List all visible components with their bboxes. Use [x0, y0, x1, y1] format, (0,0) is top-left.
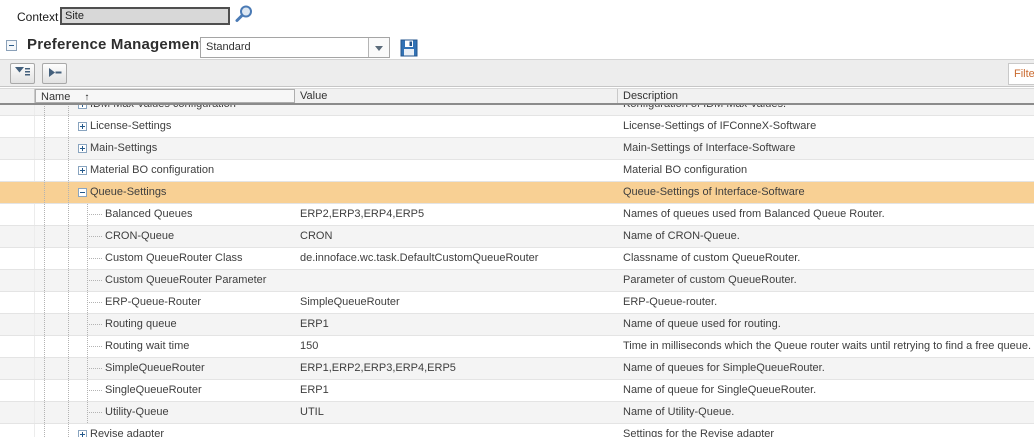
collapse-icon[interactable]: [78, 188, 87, 197]
preset-dropdown[interactable]: Standard: [200, 37, 390, 58]
row-value: 150: [295, 336, 618, 357]
column-header-name-label: Name: [41, 91, 70, 103]
filter-icon: [15, 66, 30, 81]
row-description: Name of queue for SingleQueueRouter.: [618, 380, 1034, 401]
dropdown-arrow-button[interactable]: [368, 38, 389, 57]
column-header-name[interactable]: Name ↑: [35, 89, 295, 103]
row-description: Time in milliseconds which the Queue rou…: [618, 336, 1034, 357]
save-button[interactable]: [399, 39, 418, 58]
sort-ascending-icon: ↑: [84, 92, 89, 103]
row-value: [295, 116, 618, 137]
row-name: ERP-Queue-Router: [105, 292, 201, 313]
row-name: Custom QueueRouter Class: [105, 248, 243, 269]
row-description: License-Settings of IFConneX-Software: [618, 116, 1034, 137]
row-name: Material BO configuration: [90, 160, 214, 181]
row-value: UTIL: [295, 402, 618, 423]
row-value: SimpleQueueRouter: [295, 292, 618, 313]
row-name: Revise adapter: [90, 424, 164, 437]
row-description: Names of queues used from Balanced Queue…: [618, 204, 1034, 225]
filter-edge-button[interactable]: Filter: [1008, 63, 1034, 85]
row-value: [295, 270, 618, 291]
table-row[interactable]: Material BO configuration Material BO co…: [0, 160, 1034, 182]
table-row-selected[interactable]: Queue-Settings Queue-Settings of Interfa…: [0, 182, 1034, 204]
column-header-gutter: [0, 89, 35, 103]
page-title: Preference Management: [27, 36, 205, 53]
table-row[interactable]: Balanced Queues ERP2,ERP3,ERP4,ERP5 Name…: [0, 204, 1034, 226]
table-row[interactable]: Revise adapter Settings for the Revise a…: [0, 424, 1034, 437]
context-label: Context: [17, 10, 58, 24]
row-description: Name of CRON-Queue.: [618, 226, 1034, 247]
context-search-button[interactable]: [234, 4, 254, 24]
row-description: Konfiguration of IDM Max Values.: [618, 105, 1034, 115]
row-description: Queue-Settings of Interface-Software: [618, 182, 1034, 203]
expand-icon[interactable]: [78, 105, 87, 109]
row-name: IDM Max Values configuration: [90, 105, 236, 115]
expand-icon[interactable]: [78, 122, 87, 131]
table-row[interactable]: CRON-Queue CRON Name of CRON-Queue.: [0, 226, 1034, 248]
expand-icon[interactable]: [78, 144, 87, 153]
section-collapse-icon[interactable]: [6, 40, 17, 51]
row-value: ERP2,ERP3,ERP4,ERP5: [295, 204, 618, 225]
row-name: Custom QueueRouter Parameter: [105, 270, 266, 291]
row-description: Classname of custom QueueRouter.: [618, 248, 1034, 269]
table-row[interactable]: Custom QueueRouter Class de.innoface.wc.…: [0, 248, 1034, 270]
row-value: ERP1: [295, 314, 618, 335]
preset-dropdown-value: Standard: [206, 38, 251, 57]
collapse-all-button[interactable]: [42, 63, 67, 84]
row-value: CRON: [295, 226, 618, 247]
table-row[interactable]: License-Settings License-Settings of IFC…: [0, 116, 1034, 138]
row-description: Material BO configuration: [618, 160, 1034, 181]
table-header: Name ↑ Value Description: [0, 88, 1034, 105]
collapse-all-icon: [48, 66, 62, 81]
search-icon: [234, 12, 254, 27]
table-row[interactable]: Routing queue ERP1 Name of queue used fo…: [0, 314, 1034, 336]
row-value: [295, 105, 618, 115]
row-value: [295, 182, 618, 203]
row-name: CRON-Queue: [105, 226, 174, 247]
row-name: SimpleQueueRouter: [105, 358, 205, 379]
row-description: ERP-Queue-router.: [618, 292, 1034, 313]
row-value: ERP1: [295, 380, 618, 401]
table-row[interactable]: SimpleQueueRouter ERP1,ERP2,ERP3,ERP4,ER…: [0, 358, 1034, 380]
table-row[interactable]: Routing wait time 150 Time in millisecon…: [0, 336, 1034, 358]
row-value: [295, 160, 618, 181]
row-name: Main-Settings: [90, 138, 157, 159]
column-header-description[interactable]: Description: [618, 89, 1034, 103]
row-value: de.innoface.wc.task.DefaultCustomQueueRo…: [295, 248, 618, 269]
row-description: Settings for the Revise adapter: [618, 424, 1034, 437]
row-description: Name of queues for SimpleQueueRouter.: [618, 358, 1034, 379]
expand-icon[interactable]: [78, 430, 87, 437]
table-row[interactable]: Main-Settings Main-Settings of Interface…: [0, 138, 1034, 160]
expand-icon[interactable]: [78, 166, 87, 175]
table-row[interactable]: Custom QueueRouter Parameter Parameter o…: [0, 270, 1034, 292]
save-icon: [400, 45, 418, 60]
row-description: Name of Utility-Queue.: [618, 402, 1034, 423]
row-value: [295, 424, 618, 437]
row-description: Name of queue used for routing.: [618, 314, 1034, 335]
row-description: Main-Settings of Interface-Software: [618, 138, 1034, 159]
row-name: Routing queue: [105, 314, 177, 335]
row-name: Balanced Queues: [105, 204, 192, 225]
chevron-down-icon: [375, 46, 383, 51]
row-name: Routing wait time: [105, 336, 189, 357]
row-name: Queue-Settings: [90, 182, 166, 203]
context-input[interactable]: [60, 7, 230, 25]
row-name: Utility-Queue: [105, 402, 169, 423]
row-name: SingleQueueRouter: [105, 380, 202, 401]
table-row[interactable]: ERP-Queue-Router SimpleQueueRouter ERP-Q…: [0, 292, 1034, 314]
column-header-value[interactable]: Value: [295, 89, 618, 103]
row-description: Parameter of custom QueueRouter.: [618, 270, 1034, 291]
table-row[interactable]: SingleQueueRouter ERP1 Name of queue for…: [0, 380, 1034, 402]
row-value: [295, 138, 618, 159]
preferences-table: Name ↑ Value Description IDM Max Values c…: [0, 88, 1034, 437]
table-toolbar: [0, 59, 1034, 87]
row-value: ERP1,ERP2,ERP3,ERP4,ERP5: [295, 358, 618, 379]
filter-toolbar-button[interactable]: [10, 63, 35, 84]
table-row[interactable]: Utility-Queue UTIL Name of Utility-Queue…: [0, 402, 1034, 424]
table-row[interactable]: IDM Max Values configuration Konfigurati…: [0, 105, 1034, 116]
row-name: License-Settings: [90, 116, 171, 137]
